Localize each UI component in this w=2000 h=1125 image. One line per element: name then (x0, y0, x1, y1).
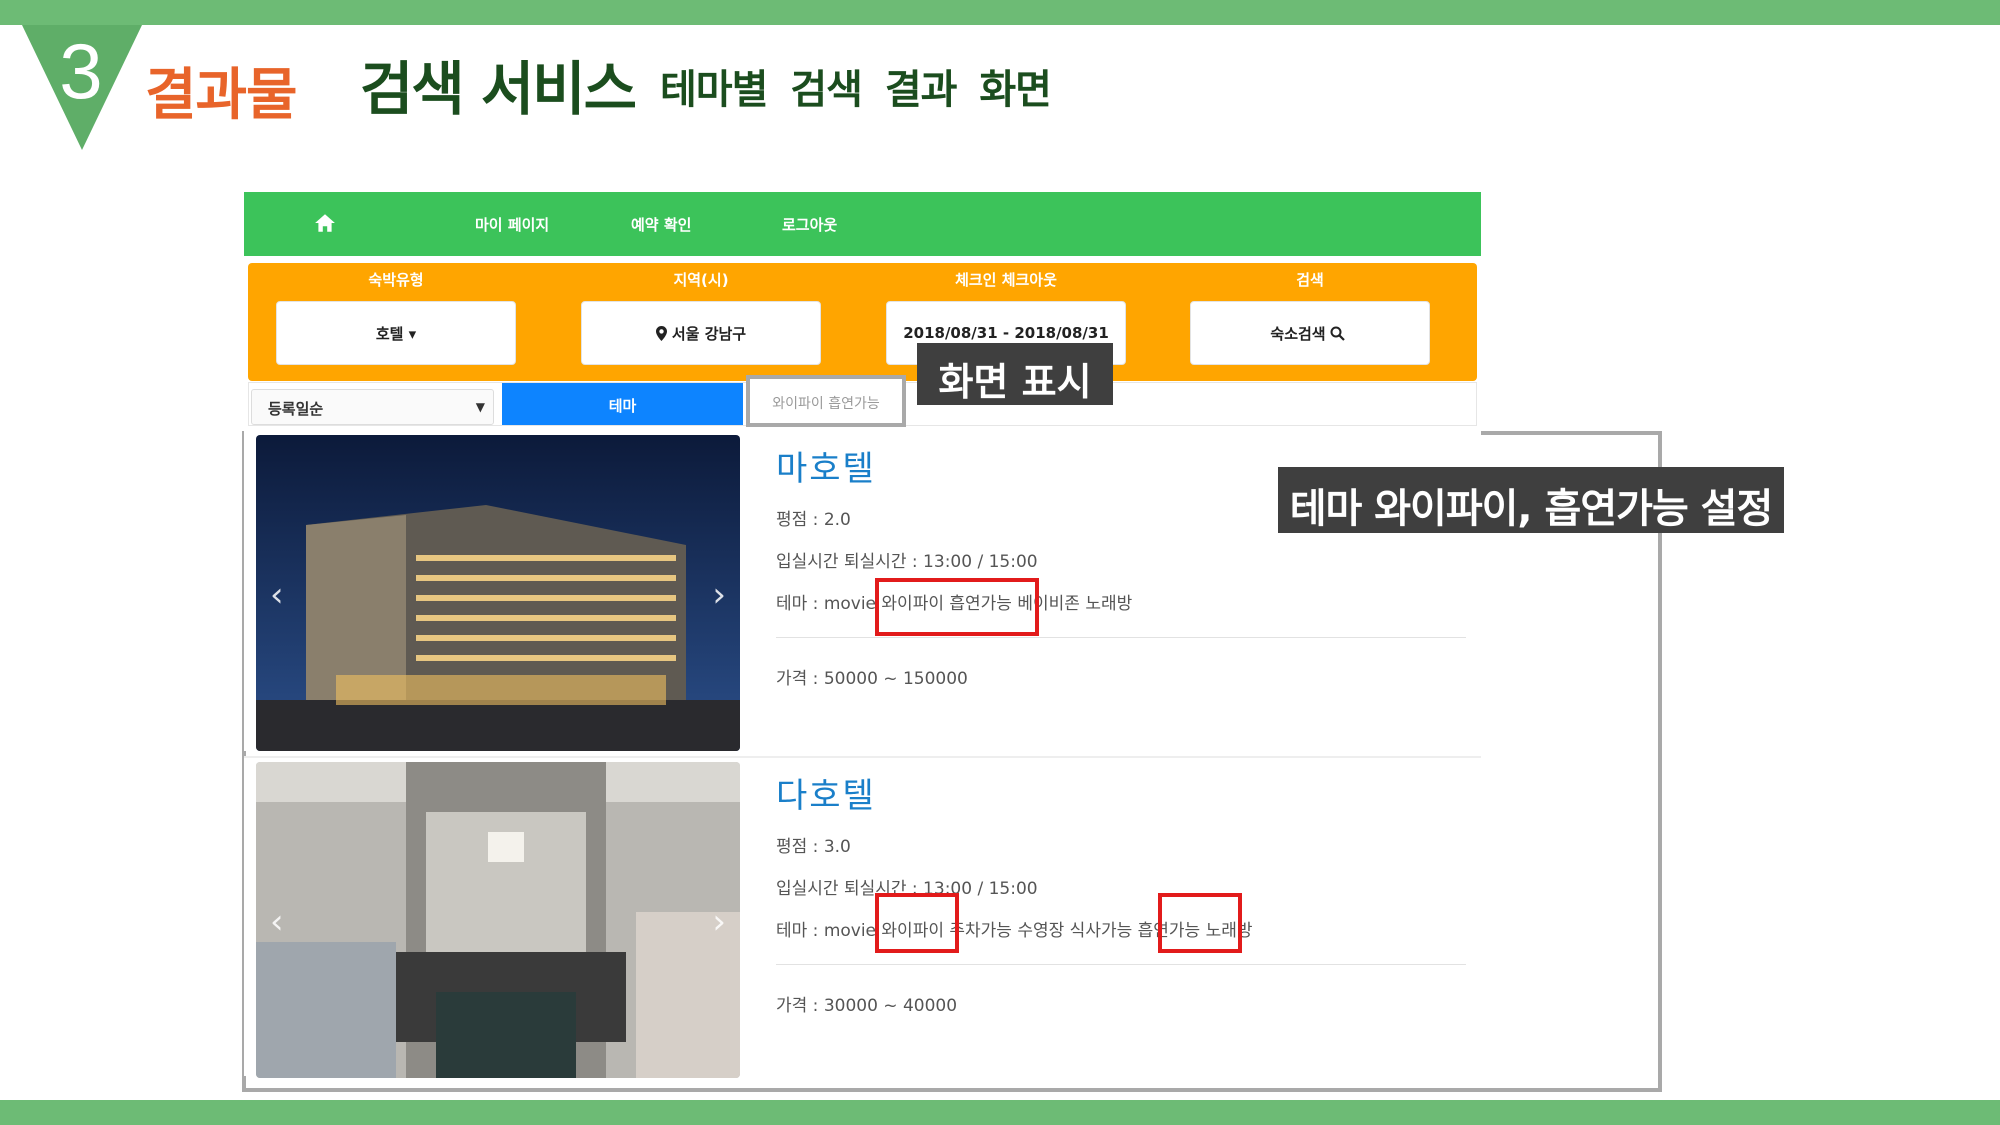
map-pin-icon (655, 325, 667, 341)
hotel-card[interactable]: ‹ › 다호텔 평점 : 3.0 입실시간 퇴실시간 : 13:00 / 15:… (244, 756, 1481, 1078)
hotel-photo-carousel[interactable]: ‹ › (256, 762, 740, 1078)
search-lodging-button[interactable]: 숙소검색 (1190, 301, 1430, 365)
selected-theme-tag[interactable]: 와이파이 흡연가능 (746, 375, 906, 427)
top-navbar: 마이 페이지 예약 확인 로그아웃 (244, 192, 1481, 256)
nav-link-logout[interactable]: 로그아웃 (782, 214, 837, 235)
carousel-next-icon[interactable]: › (712, 902, 726, 942)
highlight-box (875, 893, 959, 953)
region-button[interactable]: 서울 강남구 (581, 301, 821, 365)
hotel-name[interactable]: 마호텔 (776, 441, 876, 490)
divider (776, 637, 1466, 638)
home-icon[interactable] (314, 212, 336, 234)
date-range-value: 2018/08/31 - 2018/08/31 (903, 324, 1109, 342)
carousel-prev-icon[interactable]: ‹ (270, 575, 284, 615)
field-label-dates: 체크인 체크아웃 (955, 271, 1057, 289)
caret-down-icon: ▼ (475, 400, 485, 414)
nav-link-mypage[interactable]: 마이 페이지 (475, 214, 549, 235)
field-label-type: 숙박유형 (368, 271, 424, 289)
hotel-photo-carousel[interactable]: ‹ › (256, 435, 740, 751)
hotel-price: 가격 : 50000 ~ 150000 (776, 669, 968, 689)
highlight-box (875, 578, 1039, 636)
hotel-photo (256, 762, 740, 1078)
sort-select[interactable]: 등록일순 ▼ (251, 389, 494, 425)
section-title: 결과물 (145, 63, 298, 128)
region-value: 서울 강남구 (671, 324, 747, 343)
lodging-type-value: 호텔 ▾ (375, 324, 417, 343)
search-button-label: 숙소검색 (1270, 324, 1326, 343)
nav-link-reservation[interactable]: 예약 확인 (631, 214, 691, 235)
hotel-rating: 평점 : 3.0 (776, 837, 851, 857)
carousel-next-icon[interactable]: › (712, 575, 726, 615)
lodging-type-dropdown[interactable]: 호텔 ▾ (276, 301, 516, 365)
highlight-box (1158, 893, 1242, 953)
page-subtitle: 테마별 검색 결과 화면 (660, 67, 1052, 113)
theme-button[interactable]: 테마 (502, 383, 743, 425)
top-border-bar (0, 0, 2000, 25)
hotel-rating: 평점 : 2.0 (776, 510, 851, 530)
section-number: 3 (59, 27, 103, 115)
sort-value: 등록일순 (268, 400, 324, 418)
callout-screen-display: 화면 표시 (917, 343, 1113, 405)
field-label-search: 검색 (1296, 271, 1324, 289)
carousel-prev-icon[interactable]: ‹ (270, 902, 284, 942)
hotel-checkin-times: 입실시간 퇴실시간 : 13:00 / 15:00 (776, 552, 1038, 572)
hotel-photo (256, 435, 740, 751)
field-label-region: 지역(시) (673, 271, 729, 289)
callout-theme-setting: 테마 와이파이, 흡연가능 설정 (1278, 467, 1784, 533)
search-icon (1330, 326, 1345, 341)
search-panel: 숙박유형 호텔 ▾ 지역(시) 서울 강남구 체크인 체크아웃 2018/08/… (248, 263, 1477, 381)
hotel-price: 가격 : 30000 ~ 40000 (776, 996, 958, 1016)
hotel-name[interactable]: 다호텔 (776, 768, 876, 817)
divider (776, 964, 1466, 965)
filter-row: 등록일순 ▼ 테마 와이파이 흡연가능 (248, 375, 1477, 427)
page-title: 검색 서비스 (360, 55, 637, 123)
bottom-border-bar (0, 1100, 2000, 1125)
